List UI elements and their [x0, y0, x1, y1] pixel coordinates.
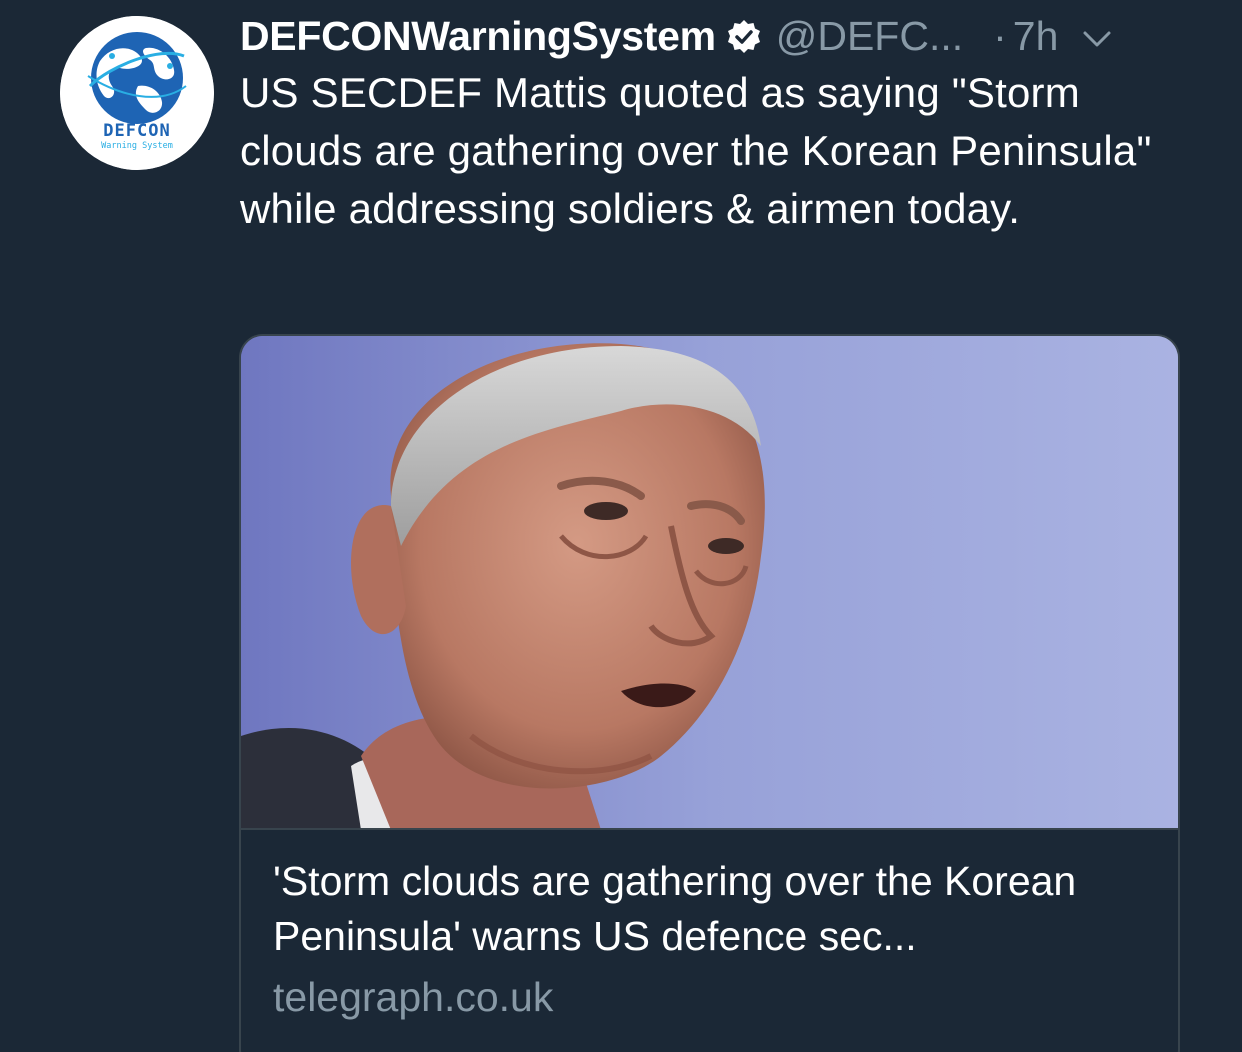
link-card[interactable]: 'Storm clouds are gathering over the Kor… — [239, 334, 1180, 1052]
logo-subtext: Warning System — [101, 141, 173, 151]
avatar[interactable]: DEFCON Warning System — [60, 16, 214, 170]
logo-text: DEFCON — [103, 121, 170, 141]
card-title[interactable]: 'Storm clouds are gathering over the Kor… — [273, 854, 1153, 964]
tweet-text: US SECDEF Mattis quoted as saying "Storm… — [240, 69, 1152, 232]
author-display-name[interactable]: DEFCONWarningSystem — [240, 13, 716, 60]
tweet-body: DEFCONWarningSystem @DEFC... · 7h US SEC… — [240, 0, 1190, 238]
separator-dot: · — [993, 12, 1007, 59]
verified-badge-icon — [726, 18, 762, 54]
author-handle[interactable]: @DEFC... — [776, 13, 963, 60]
card-domain: telegraph.co.uk — [273, 974, 554, 1020]
tweet-header: DEFCONWarningSystem @DEFC... · 7h — [240, 0, 1190, 72]
tweet[interactable]: DEFCON Warning System DEFCONWarningSyste… — [0, 0, 1242, 1052]
card-divider — [241, 828, 1178, 830]
card-image[interactable] — [241, 336, 1178, 830]
photo-icon — [241, 336, 1178, 830]
chevron-down-icon[interactable] — [1080, 19, 1114, 53]
tweet-timestamp[interactable]: 7h — [1013, 13, 1059, 60]
globe-icon: DEFCON Warning System — [60, 16, 214, 170]
